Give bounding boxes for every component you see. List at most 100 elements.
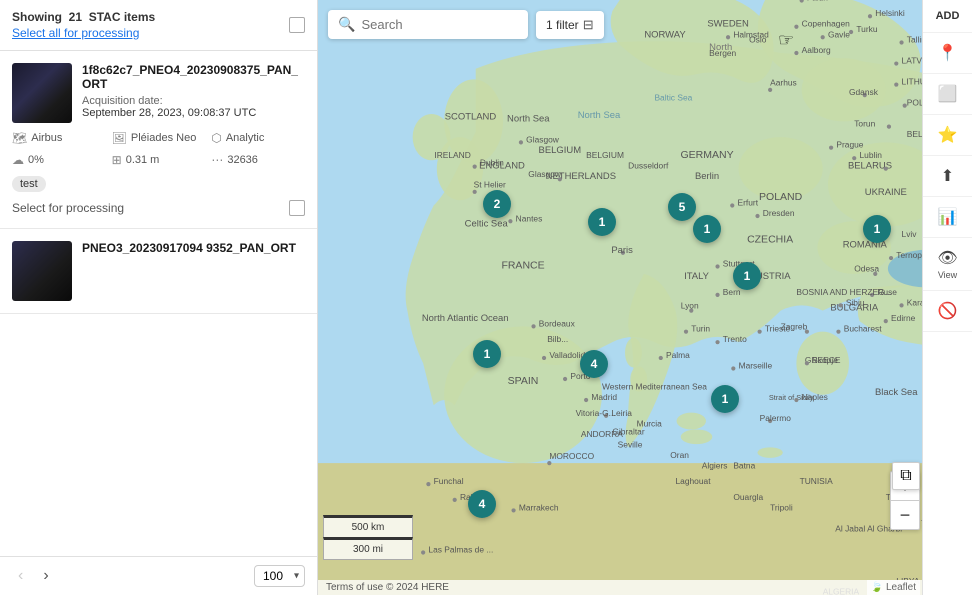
map-cluster[interactable]: 1 <box>863 215 891 243</box>
map-right-toolbar: ADD 📍 ⬜ ⭐ ⬆ 📊 👁 View 🚫 <box>922 0 972 595</box>
item-meta: 🗺 Airbus 🖼 Pléiades Neo ⬡ Analytic <box>12 131 305 145</box>
item-name: PNEO3_20230917094 9352_PAN_ORT <box>82 241 305 255</box>
item-select-checkbox[interactable] <box>289 200 305 216</box>
svg-text:Gdansk: Gdansk <box>849 87 879 97</box>
filter-icon: ⊟ <box>583 17 594 33</box>
map-cluster[interactable]: 2 <box>483 190 511 218</box>
pagination-arrows: ‹ › <box>12 565 55 587</box>
map-area[interactable]: SCOTLAND IRELAND ENGLAND NETHERLANDS BEL… <box>318 0 972 595</box>
eye-slash-button[interactable]: 🚫 <box>923 291 972 332</box>
star-icon: ⭐ <box>938 125 958 145</box>
panel-header: Showing 21 STAC items Select all for pro… <box>0 0 317 51</box>
dots-icon: ⋯ <box>211 153 223 167</box>
svg-text:SCOTLAND: SCOTLAND <box>445 111 497 122</box>
item-info: 1f8c62c7_PNEO4_20230908375_PAN_ORT Acqui… <box>82 63 305 119</box>
meta-type: ⬡ Analytic <box>211 131 305 145</box>
svg-text:St Helier: St Helier <box>474 180 506 190</box>
svg-text:Oran: Oran <box>670 450 689 460</box>
map-cluster[interactable]: 1 <box>693 215 721 243</box>
add-button[interactable]: ADD <box>923 0 972 33</box>
thumbnail-image <box>12 63 72 123</box>
svg-text:BOSNIA AND HERZEG...: BOSNIA AND HERZEG... <box>796 287 891 297</box>
svg-text:Glasgow: Glasgow <box>526 134 560 144</box>
svg-text:BELGIUM: BELGIUM <box>586 150 624 160</box>
svg-text:Baltic Sea: Baltic Sea <box>654 92 692 102</box>
map-icon: 🗺 <box>12 131 27 145</box>
svg-text:Ouargla: Ouargla <box>733 492 763 502</box>
thumbnail-image <box>12 241 72 301</box>
map-cluster[interactable]: 4 <box>580 350 608 378</box>
svg-text:Torun: Torun <box>854 119 875 129</box>
prev-page-button[interactable]: ‹ <box>12 565 29 587</box>
leaflet-badge[interactable]: 🍃 Leaflet <box>867 580 920 595</box>
search-icon: 🔍 <box>338 16 355 33</box>
cloud-icon: ☁ <box>12 153 24 167</box>
svg-text:MOROCCO: MOROCCO <box>549 451 594 461</box>
filter-button[interactable]: 1 filter ⊟ <box>536 11 604 39</box>
list-item[interactable]: PNEO3_20230917094 9352_PAN_ORT <box>0 229 317 314</box>
rectangle-tool-button[interactable]: ⬜ <box>923 74 972 115</box>
zoom-out-button[interactable]: − <box>891 501 919 529</box>
select-all-button[interactable]: Select all for processing <box>12 26 155 40</box>
svg-text:CZECHIA: CZECHIA <box>747 233 793 245</box>
search-box[interactable]: 🔍 <box>328 10 528 39</box>
meta-provider: 🗺 Airbus <box>12 131 106 145</box>
svg-text:Dublin: Dublin <box>480 158 504 168</box>
map-cluster[interactable]: 1 <box>473 340 501 368</box>
map-cluster[interactable]: 1 <box>711 385 739 413</box>
meta-cloud: ☁ 0% <box>12 153 106 167</box>
svg-text:Seville: Seville <box>618 439 643 449</box>
per-page-wrapper[interactable]: 25 50 100 200 ▾ <box>254 565 305 587</box>
svg-text:Bucharest: Bucharest <box>844 324 883 334</box>
svg-text:BELGIUM: BELGIUM <box>539 145 582 156</box>
map-svg: SCOTLAND IRELAND ENGLAND NETHERLANDS BEL… <box>318 0 972 595</box>
meta-bits: ⋯ 32636 <box>211 153 305 167</box>
map-cluster[interactable]: 1 <box>733 262 761 290</box>
svg-text:Trento: Trento <box>723 334 747 344</box>
search-input[interactable] <box>361 17 518 32</box>
scale-mi: 300 mi <box>323 537 413 560</box>
svg-text:IRELAND: IRELAND <box>434 150 470 160</box>
item-footer: Select for processing <box>12 200 305 216</box>
layer-button[interactable]: ⧉ <box>892 462 920 490</box>
star-tool-button[interactable]: ⭐ <box>923 115 972 156</box>
per-page-select[interactable]: 25 50 100 200 <box>254 565 305 587</box>
chart-tool-button[interactable]: 📊 <box>923 197 972 238</box>
image-icon: 🖼 <box>112 131 127 145</box>
eye-icon: 👁 <box>937 248 957 268</box>
list-item[interactable]: 1f8c62c7_PNEO4_20230908375_PAN_ORT Acqui… <box>0 51 317 229</box>
svg-text:Turin: Turin <box>691 324 710 334</box>
view-button[interactable]: 👁 View <box>923 238 972 291</box>
map-cluster[interactable]: 4 <box>468 490 496 518</box>
map-cluster[interactable]: 5 <box>668 193 696 221</box>
meta-resolution: ⊞ 0.31 m <box>112 153 206 167</box>
panel-header-left: Showing 21 STAC items Select all for pro… <box>12 10 155 40</box>
map-attribution: Terms of use © 2024 HERE <box>318 580 922 595</box>
svg-text:Edirne: Edirne <box>891 313 916 323</box>
attribution-text: Terms of use © 2024 HERE <box>326 582 449 593</box>
svg-text:UKRAINE: UKRAINE <box>865 187 907 198</box>
pin-tool-button[interactable]: 📍 <box>923 33 972 74</box>
map-cluster[interactable]: 1 <box>588 208 616 236</box>
date-label: Acquisition date: <box>82 95 305 107</box>
items-list: 1f8c62c7_PNEO4_20230908375_PAN_ORT Acqui… <box>0 51 317 556</box>
item-date: September 28, 2023, 09:08:37 UTC <box>82 107 305 119</box>
svg-text:Falun: Falun <box>807 0 828 2</box>
svg-text:GERMANY: GERMANY <box>680 149 733 161</box>
svg-text:Dresden: Dresden <box>763 208 795 218</box>
svg-text:Zagreb: Zagreb <box>781 322 808 332</box>
next-page-button[interactable]: › <box>37 565 54 587</box>
pin-icon: 📍 <box>938 43 958 63</box>
item-top: 1f8c62c7_PNEO4_20230908375_PAN_ORT Acqui… <box>12 63 305 123</box>
svg-text:FRANCE: FRANCE <box>501 260 544 272</box>
select-all-checkbox[interactable] <box>289 17 305 33</box>
upload-tool-button[interactable]: ⬆ <box>923 156 972 197</box>
svg-text:Lyon: Lyon <box>681 301 699 311</box>
svg-text:Celtic Sea: Celtic Sea <box>465 219 509 230</box>
main-layout: Showing 21 STAC items Select all for pro… <box>0 0 972 595</box>
item-info: PNEO3_20230917094 9352_PAN_ORT <box>82 241 305 259</box>
svg-text:North Atlantic Ocean: North Atlantic Ocean <box>422 313 509 324</box>
svg-text:Erfurt: Erfurt <box>738 197 759 207</box>
meta-sensor: 🖼 Pléiades Neo <box>112 131 206 145</box>
item-thumbnail <box>12 63 72 123</box>
